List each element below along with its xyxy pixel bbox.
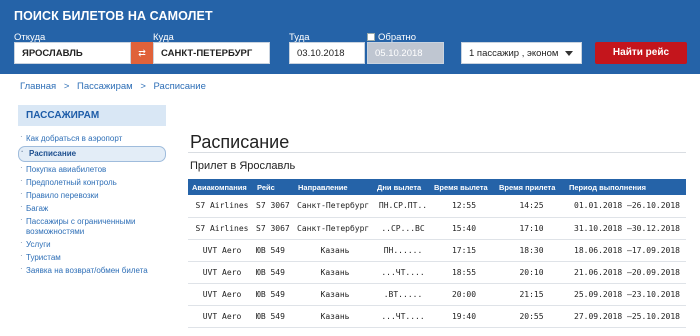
cell-direction: Казань — [294, 305, 373, 328]
cell-departure: 18:55 — [430, 261, 495, 284]
table-row: UVT Aero ЮВ 549 Казань .ВТ..... 20:00 21… — [188, 283, 686, 306]
cell-arrival: 21:15 — [495, 283, 565, 306]
cell-flight: S7 3067 — [253, 217, 294, 240]
cell-direction: Санкт-Петербург — [294, 195, 373, 218]
sidebar-item-limited-mobility[interactable]: Пассажиры с ограниченными возможностями — [18, 215, 166, 238]
return-checkbox[interactable] — [367, 33, 375, 41]
table-row: UVT Aero ЮВ 549 Казань ...ЧТ.... 18:55 2… — [188, 261, 686, 284]
cell-period: 01.01.2018 –26.10.2018 — [565, 195, 686, 218]
cell-days: .ВТ..... — [373, 283, 430, 306]
table-row: UVT Aero ЮВ 549 Казань ПН...... 17:15 18… — [188, 239, 686, 262]
cell-flight: ЮВ 549 — [253, 305, 294, 328]
cell-airline: UVT Aero — [188, 283, 253, 306]
cell-period: 31.10.2018 –30.12.2018 — [565, 217, 686, 240]
cell-direction: Казань — [294, 239, 373, 262]
table-row: S7 Airlines S7 3067 Санкт-Петербург ..СР… — [188, 217, 686, 240]
breadcrumb-schedule[interactable]: Расписание — [154, 81, 206, 92]
cell-days: ...ЧТ.... — [373, 261, 430, 284]
table-row: UVT Aero ЮВ 549 Казань ...ЧТ.... 19:40 2… — [188, 305, 686, 328]
breadcrumb-separator: > — [63, 81, 70, 92]
cell-flight: S7 3067 — [253, 195, 294, 218]
cell-period: 25.09.2018 –23.10.2018 — [565, 283, 686, 306]
cell-arrival: 20:10 — [495, 261, 565, 284]
chevron-down-icon — [565, 51, 573, 56]
cell-departure: 20:00 — [430, 283, 495, 306]
cell-period: 21.06.2018 –20.09.2018 — [565, 261, 686, 284]
cell-direction: Казань — [294, 283, 373, 306]
cell-airline: UVT Aero — [188, 261, 253, 284]
cell-flight: ЮВ 549 — [253, 283, 294, 306]
sidebar-item-baggage[interactable]: Багаж — [18, 202, 166, 215]
cell-period: 18.06.2018 –17.09.2018 — [565, 239, 686, 262]
column-header-direction: Направление — [294, 179, 373, 195]
sidebar-item-tourists[interactable]: Туристам — [18, 251, 166, 264]
column-header-flight: Рейс — [253, 179, 294, 195]
find-flight-button[interactable]: Найти рейс — [595, 42, 687, 64]
column-header-period: Период выполнения — [565, 179, 686, 195]
cell-direction: Санкт-Петербург — [294, 217, 373, 240]
table-header-row: Авиакомпания Рейс Направление Дни вылета… — [188, 179, 686, 195]
sidebar-item-buy-tickets[interactable]: Покупка авиабилетов — [18, 163, 166, 176]
breadcrumb-passengers[interactable]: Пассажирам — [77, 81, 133, 92]
title-divider — [188, 152, 686, 153]
cell-arrival: 17:10 — [495, 217, 565, 240]
sidebar-item-services[interactable]: Услуги — [18, 238, 166, 251]
from-field[interactable]: ЯРОСЛАВЛЬ — [14, 42, 131, 64]
sidebar-item-transport-rules[interactable]: Правило перевозки — [18, 189, 166, 202]
cell-days: ...ЧТ.... — [373, 305, 430, 328]
cell-arrival: 20:55 — [495, 305, 565, 328]
breadcrumb-separator: > — [140, 81, 146, 92]
cell-days: ПН...... — [373, 239, 430, 262]
schedule-table: Авиакомпания Рейс Направление Дни вылета… — [188, 179, 686, 328]
sidebar-item-schedule[interactable]: Расписание — [18, 146, 166, 162]
sidebar-item-preflight-control[interactable]: Предполетный контроль — [18, 176, 166, 189]
table-row: S7 Airlines S7 3067 Санкт-Петербург ПН.С… — [188, 195, 686, 218]
cell-arrival: 14:25 — [495, 195, 565, 218]
return-date-field[interactable]: 05.10.2018 — [367, 42, 444, 64]
cell-departure: 19:40 — [430, 305, 495, 328]
cell-flight: ЮВ 549 — [253, 261, 294, 284]
depart-date-field[interactable]: 03.10.2018 — [289, 42, 365, 64]
cell-airline: UVT Aero — [188, 305, 253, 328]
swap-direction-button[interactable]: ⇄ — [131, 42, 153, 64]
sidebar-item-airport-directions[interactable]: Как добраться в аэропорт — [18, 132, 166, 145]
cell-departure: 17:15 — [430, 239, 495, 262]
cell-days: ПН.СР.ПТ.. — [373, 195, 430, 218]
passengers-select[interactable]: 1 пассажир , эконом — [461, 42, 582, 64]
sidebar-title: ПАССАЖИРАМ — [18, 105, 166, 126]
to-field[interactable]: САНКТ-ПЕТЕРБУРГ — [153, 42, 270, 64]
cell-direction: Казань — [294, 261, 373, 284]
sidebar-item-refund-request[interactable]: Заявка на возврат/обмен билета — [18, 264, 166, 277]
breadcrumb: Главная > Пассажирам > Расписание — [20, 81, 206, 92]
flight-search-panel: ПОИСК БИЛЕТОВ НА САМОЛЕТ Откуда ЯРОСЛАВЛ… — [0, 0, 700, 74]
search-title: ПОИСК БИЛЕТОВ НА САМОЛЕТ — [14, 9, 213, 23]
column-header-arrival: Время прилета — [495, 179, 565, 195]
page-title: Расписание — [190, 132, 290, 152]
column-header-days: Дни вылета — [373, 179, 430, 195]
section-title: Прилет в Ярославль — [190, 160, 296, 172]
cell-days: ..СР...ВС — [373, 217, 430, 240]
cell-period: 27.09.2018 –25.10.2018 — [565, 305, 686, 328]
cell-departure: 15:40 — [430, 217, 495, 240]
breadcrumb-home[interactable]: Главная — [20, 81, 56, 92]
sidebar-nav: Как добраться в аэропорт Расписание Поку… — [18, 132, 166, 277]
cell-arrival: 18:30 — [495, 239, 565, 262]
column-header-departure: Время вылета — [430, 179, 495, 195]
cell-flight: ЮВ 549 — [253, 239, 294, 262]
cell-airline: S7 Airlines — [188, 217, 253, 240]
passengers-value: 1 пассажир , эконом — [469, 48, 559, 59]
column-header-airline: Авиакомпания — [188, 179, 253, 195]
cell-airline: S7 Airlines — [188, 195, 253, 218]
cell-airline: UVT Aero — [188, 239, 253, 262]
cell-departure: 12:55 — [430, 195, 495, 218]
